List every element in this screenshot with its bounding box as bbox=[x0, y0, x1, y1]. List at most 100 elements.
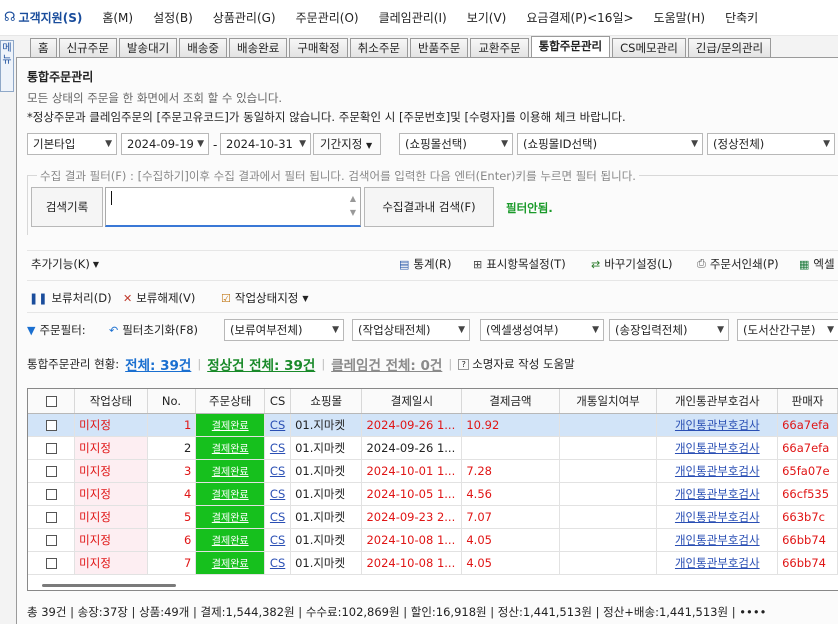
hold-filter-select[interactable]: (보류여부전체) ▼ bbox=[224, 319, 344, 341]
table-row[interactable]: 미지정 2 결제완료 CS 01.지마켓 2024-09-26 1... 개인통관부호검사 6… bbox=[28, 436, 838, 460]
row-checkbox-cell bbox=[28, 528, 76, 552]
col-header-workstate[interactable]: 작업상태 bbox=[74, 389, 148, 414]
island-filter-select[interactable]: (도서산간구분) ▼ bbox=[737, 319, 838, 341]
checkbox[interactable] bbox=[45, 511, 57, 523]
col-header-no[interactable]: No. bbox=[147, 389, 197, 414]
total-count-link[interactable]: 전체: 39건 bbox=[125, 354, 191, 374]
explanation-help-link[interactable]: 소명자료 작성 도움말 bbox=[472, 356, 575, 372]
customs-check-link[interactable]: 개인통관부호검사 bbox=[656, 505, 779, 529]
replace-settings-button[interactable]: ⇄ 바꾸기설정(L) bbox=[591, 256, 673, 272]
order-grid[interactable]: 작업상태 No. 주문상태 CS 쇼핑몰 결제일시 결제금액 개통일치여부 개인… bbox=[27, 388, 838, 591]
checkbox[interactable] bbox=[45, 534, 57, 546]
pay-amount-cell: 4.05 bbox=[461, 551, 560, 575]
col-header-mall[interactable]: 쇼핑몰 bbox=[290, 389, 363, 414]
tab-confirmed[interactable]: 구매확정 bbox=[289, 38, 348, 57]
col-header-pay-date[interactable]: 결제일시 bbox=[361, 389, 463, 414]
cs-link[interactable]: CS bbox=[264, 413, 292, 437]
mall-cell: 01.지마켓 bbox=[290, 528, 363, 552]
tab-integrated[interactable]: 통합주문관리 bbox=[530, 36, 611, 57]
checkbox[interactable] bbox=[45, 395, 57, 407]
tab-cancel[interactable]: 취소주문 bbox=[349, 38, 408, 57]
cs-link[interactable]: CS bbox=[264, 505, 292, 529]
cs-link[interactable]: CS bbox=[264, 482, 292, 506]
period-button[interactable]: 기간지정 ▼ bbox=[313, 133, 381, 155]
customs-check-link[interactable]: 개인통관부호검사 bbox=[656, 551, 779, 575]
menu-view[interactable]: 보기(V) bbox=[467, 9, 507, 26]
customs-check-link[interactable]: 개인통관부호검사 bbox=[656, 413, 779, 437]
collect-search-input[interactable]: ▲ ▼ bbox=[105, 187, 361, 227]
col-header-cs[interactable]: CS bbox=[264, 389, 292, 414]
work-state-button[interactable]: ☑ 작업상태지정 ▼ bbox=[221, 290, 309, 306]
cs-link[interactable]: CS bbox=[264, 551, 292, 575]
tab-exchange[interactable]: 교환주문 bbox=[470, 38, 529, 57]
select-all-checkbox-cell[interactable] bbox=[28, 389, 76, 414]
menu-home[interactable]: 홈(M) bbox=[102, 9, 133, 26]
tab-return[interactable]: 반품주문 bbox=[409, 38, 469, 57]
menu-support[interactable]: ☊ 고객지원(S) bbox=[4, 9, 82, 26]
col-header-customs-check[interactable]: 개인통관부호검사 bbox=[656, 389, 779, 414]
cs-link[interactable]: CS bbox=[264, 459, 292, 483]
table-row[interactable]: 미지정 1 결제완료 CS 01.지마켓 2024-09-26 1... 10.92 개인통관… bbox=[28, 413, 838, 437]
date-type-select[interactable]: 기본타입 ▼ bbox=[27, 133, 117, 155]
table-row[interactable]: 미지정 4 결제완료 CS 01.지마켓 2024-10-05 1... 4.56 개인통관부… bbox=[28, 482, 838, 506]
extra-functions-menu[interactable]: 추가기능(K) ▼ bbox=[31, 256, 99, 272]
checkbox[interactable] bbox=[45, 442, 57, 454]
cs-link[interactable]: CS bbox=[264, 528, 292, 552]
excel-filter-select[interactable]: (엑셀생성여부) ▼ bbox=[480, 319, 604, 341]
tab-new-orders[interactable]: 신규주문 bbox=[58, 38, 117, 57]
menu-orders[interactable]: 주문관리(O) bbox=[296, 9, 359, 26]
checkbox[interactable] bbox=[45, 488, 57, 500]
display-settings-button[interactable]: ⊞ 표시항목설정(T) bbox=[473, 256, 566, 272]
tab-home[interactable]: 홈 bbox=[30, 38, 57, 57]
date-from-picker[interactable]: 2024-09-19 ▼ bbox=[121, 133, 209, 155]
seller-cell: 66cf535 bbox=[777, 482, 838, 506]
side-menu-button[interactable]: 메뉴 bbox=[0, 40, 14, 92]
menu-help[interactable]: 도움말(H) bbox=[654, 9, 706, 26]
col-header-order-status[interactable]: 주문상태 bbox=[195, 389, 266, 414]
stats-button[interactable]: ▤ 통계(R) bbox=[399, 256, 452, 272]
tab-delivered[interactable]: 배송완료 bbox=[229, 38, 288, 57]
menu-shortcuts[interactable]: 단축키 bbox=[725, 9, 758, 26]
mall-id-select[interactable]: (쇼핑몰ID선택) ▼ bbox=[517, 133, 703, 155]
date-to-picker[interactable]: 2024-10-31 ▼ bbox=[220, 133, 311, 155]
filter-reset-button[interactable]: ↶ 필터초기화(F8) bbox=[109, 322, 198, 338]
menu-products[interactable]: 상품관리(G) bbox=[213, 9, 276, 26]
menu-claims[interactable]: 클레임관리(I) bbox=[379, 9, 447, 26]
customs-check-link[interactable]: 개인통관부호검사 bbox=[656, 482, 779, 506]
table-row[interactable]: 미지정 6 결제완료 CS 01.지마켓 2024-10-08 1... 4.05 개인통관부… bbox=[28, 528, 838, 552]
menu-billing[interactable]: 요금결제(P)<16일> bbox=[526, 9, 633, 26]
spin-icon[interactable]: ▲ ▼ bbox=[350, 192, 356, 220]
normal-count-link[interactable]: 정상건 전체: 39건 bbox=[207, 354, 315, 374]
print-order-button[interactable]: ⎙ 주문서인쇄(P) bbox=[697, 256, 779, 272]
mall-select[interactable]: (쇼핑몰선택) ▼ bbox=[399, 133, 513, 155]
horizontal-scrollbar[interactable] bbox=[42, 584, 176, 587]
tab-urgent[interactable]: 긴급/문의관리 bbox=[687, 38, 772, 57]
tab-cs-memo[interactable]: CS메모관리 bbox=[612, 38, 686, 57]
col-header-seller[interactable]: 판매자 bbox=[777, 389, 838, 414]
hold-button[interactable]: ❚❚ 보류처리(D) bbox=[29, 290, 112, 306]
table-row[interactable]: 미지정 3 결제완료 CS 01.지마켓 2024-10-01 1... 7.28 개인통관부… bbox=[28, 459, 838, 483]
release-hold-button[interactable]: ✕ 보류해제(V) bbox=[123, 290, 195, 306]
claim-count-link[interactable]: 클레임건 전체: 0건 bbox=[331, 354, 442, 374]
menu-settings[interactable]: 설정(B) bbox=[153, 9, 193, 26]
cs-link[interactable]: CS bbox=[264, 436, 292, 460]
search-history-button[interactable]: 검색기록 bbox=[31, 187, 103, 227]
tab-shipping[interactable]: 배송중 bbox=[179, 38, 227, 57]
col-header-pay-amount[interactable]: 결제금액 bbox=[461, 389, 560, 414]
customs-check-link[interactable]: 개인통관부호검사 bbox=[656, 459, 779, 483]
col-header-open-match[interactable]: 개통일치여부 bbox=[559, 389, 658, 414]
status-select[interactable]: (정상전체) ▼ bbox=[707, 133, 835, 155]
workstate-cell: 미지정 bbox=[74, 551, 148, 575]
tab-ship-wait[interactable]: 발송대기 bbox=[118, 38, 178, 57]
checkbox[interactable] bbox=[45, 557, 57, 569]
customs-check-link[interactable]: 개인통관부호검사 bbox=[656, 528, 779, 552]
customs-check-link[interactable]: 개인통관부호검사 bbox=[656, 436, 779, 460]
workstate-filter-select[interactable]: (작업상태전체) ▼ bbox=[352, 319, 470, 341]
checkbox[interactable] bbox=[45, 465, 57, 477]
table-row[interactable]: 미지정 5 결제완료 CS 01.지마켓 2024-09-23 2... 7.07 개인통관부… bbox=[28, 505, 838, 529]
excel-button[interactable]: ▦ 엑셀 bbox=[799, 256, 835, 272]
invoice-filter-select[interactable]: (송장입력전체) ▼ bbox=[609, 319, 729, 341]
table-row[interactable]: 미지정 7 결제완료 CS 01.지마켓 2024-10-08 1... 4.05 개인통관부… bbox=[28, 551, 838, 575]
checkbox[interactable] bbox=[45, 419, 57, 431]
inner-search-button[interactable]: 수집결과내 검색(F) bbox=[364, 187, 494, 227]
